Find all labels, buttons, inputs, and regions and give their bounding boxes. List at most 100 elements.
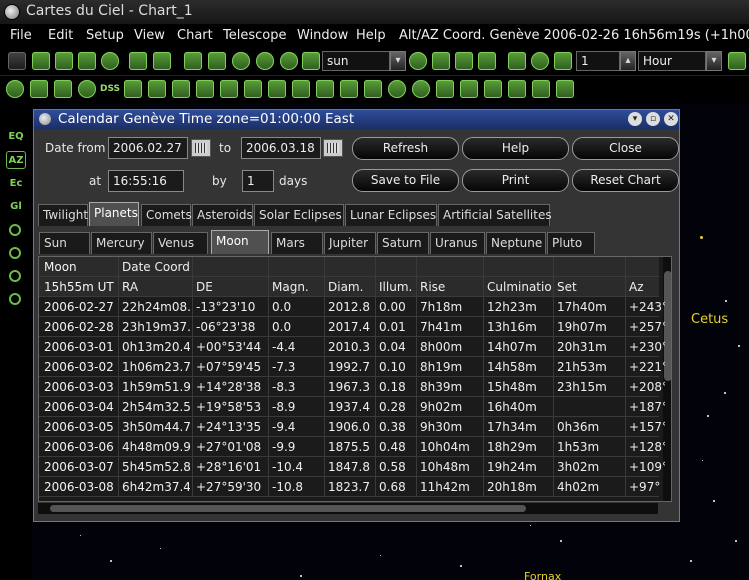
time-field[interactable]: 16:55:16 — [108, 170, 184, 192]
clock-icon[interactable] — [455, 52, 473, 70]
window-icon[interactable] — [153, 52, 171, 70]
date-from-calendar-icon[interactable] — [191, 139, 211, 157]
time-step-field[interactable]: 1 — [576, 51, 620, 71]
maximize-icon[interactable]: ▫ — [646, 112, 660, 126]
settings-gear-icon[interactable] — [101, 52, 119, 70]
help-button[interactable]: Help — [462, 137, 569, 160]
stars-toggle-icon[interactable] — [6, 80, 24, 98]
window-titlebar[interactable]: Cartes du Ciel - Chart_1 — [0, 0, 749, 24]
label-icon[interactable] — [316, 80, 334, 98]
flip-vertical-icon[interactable] — [9, 247, 21, 259]
shade-icon[interactable]: ▾ — [628, 112, 642, 126]
close-window-icon[interactable]: ✕ — [664, 112, 678, 126]
search-object-input[interactable]: sun — [322, 51, 390, 71]
sidebar-ec-button[interactable]: Ec — [6, 175, 26, 193]
menu-file[interactable]: File — [10, 28, 32, 43]
tab-jupiter[interactable]: Jupiter — [324, 232, 376, 254]
find-icon[interactable] — [280, 52, 298, 70]
dss-label[interactable]: DSS — [100, 84, 120, 94]
print-icon[interactable] — [78, 52, 96, 70]
sidebar-az-button[interactable]: AZ — [6, 151, 26, 169]
horizon-icon[interactable] — [292, 80, 310, 98]
rotate-left-icon[interactable] — [9, 293, 21, 305]
tab-solar-eclipses[interactable]: Solar Eclipses — [254, 204, 344, 226]
constellation-icon[interactable] — [220, 80, 238, 98]
tab-uranus[interactable]: Uranus — [430, 232, 485, 254]
telescope-icon[interactable] — [460, 80, 478, 98]
date-to-field[interactable]: 2006.03.18 — [241, 137, 321, 159]
print-button[interactable]: Print — [462, 169, 569, 192]
reset-chart-button[interactable]: Reset Chart — [572, 169, 679, 192]
tab-asteroids[interactable]: Asteroids — [192, 204, 253, 226]
tab-planets[interactable]: Planets — [89, 202, 139, 226]
menu-edit[interactable]: Edit — [48, 28, 73, 43]
horizontal-scrollbar[interactable] — [38, 503, 658, 514]
undo-icon[interactable] — [184, 52, 202, 70]
zoom-out-icon[interactable] — [256, 52, 274, 70]
asteroid-icon[interactable] — [172, 80, 190, 98]
tab-mars[interactable]: Mars — [271, 232, 323, 254]
mark-icon[interactable] — [436, 80, 454, 98]
comet-icon[interactable] — [148, 80, 166, 98]
tab-saturn[interactable]: Saturn — [377, 232, 429, 254]
dialog-titlebar[interactable]: Calendar Genève Time zone=01:00:00 East … — [34, 110, 679, 129]
binoculars-icon[interactable] — [409, 52, 427, 70]
menu-help[interactable]: Help — [356, 28, 386, 43]
date-from-field[interactable]: 2006.02.27 — [108, 137, 188, 159]
list-icon[interactable] — [432, 52, 450, 70]
copy-icon[interactable] — [129, 52, 147, 70]
grid-dots-icon[interactable] — [302, 52, 320, 70]
tab-venus[interactable]: Venus — [153, 232, 208, 254]
step-back-icon[interactable] — [508, 52, 526, 70]
tab-moon[interactable]: Moon — [211, 230, 269, 254]
eq-grid-icon[interactable] — [244, 80, 262, 98]
vertical-scroll-thumb[interactable] — [664, 271, 671, 381]
tab-twilight[interactable]: Twilight — [38, 204, 88, 226]
close-button[interactable]: Close — [572, 137, 679, 160]
time-step-spinner-icon[interactable]: ▴ — [620, 51, 636, 71]
fill-icon[interactable] — [484, 80, 502, 98]
tab-pluto[interactable]: Pluto — [547, 232, 595, 254]
date-to-calendar-icon[interactable] — [323, 139, 343, 157]
now-icon[interactable] — [531, 52, 549, 70]
open-folder-icon[interactable] — [32, 52, 50, 70]
menu-window[interactable]: Window — [297, 28, 348, 43]
menu-telescope[interactable]: Telescope — [223, 28, 286, 43]
save-to-file-button[interactable]: Save to File — [352, 169, 459, 192]
ecliptic-icon[interactable] — [364, 80, 382, 98]
sidebar-eq-button[interactable]: EQ — [6, 128, 26, 146]
step-forward-icon[interactable] — [554, 52, 572, 70]
milky-way-icon[interactable] — [196, 80, 214, 98]
tab-neptune[interactable]: Neptune — [486, 232, 546, 254]
more-tools-icon[interactable] — [728, 52, 746, 70]
lines-icon[interactable] — [54, 80, 72, 98]
image-icon[interactable] — [124, 80, 142, 98]
tab-artificial-satellites[interactable]: Artificial Satellites — [438, 204, 552, 226]
sidebar-gl-button[interactable]: Gl — [6, 198, 26, 216]
step-field[interactable]: 1 — [242, 170, 274, 192]
search-dropdown-icon[interactable]: ▾ — [390, 51, 406, 71]
tab-comets[interactable]: Comets — [141, 204, 192, 226]
nebula-icon[interactable] — [30, 80, 48, 98]
rotate-right-icon[interactable] — [9, 270, 21, 282]
horizontal-scroll-thumb[interactable] — [50, 505, 526, 512]
calculator-icon[interactable] — [556, 80, 574, 98]
tab-sun[interactable]: Sun — [39, 232, 90, 254]
time-unit-dropdown-icon[interactable]: ▾ — [706, 51, 722, 71]
target-icon[interactable] — [388, 80, 406, 98]
menu-chart[interactable]: Chart — [177, 28, 213, 43]
time-unit-select[interactable]: Hour — [638, 51, 706, 71]
tab-lunar-eclipses[interactable]: Lunar Eclipses — [345, 204, 437, 226]
calendar-icon[interactable] — [478, 52, 496, 70]
redo-icon[interactable] — [208, 52, 226, 70]
zoom-in-icon[interactable] — [232, 52, 250, 70]
flip-horizontal-icon[interactable] — [9, 224, 21, 236]
az-grid-icon[interactable] — [268, 80, 286, 98]
anchor-icon[interactable] — [532, 80, 550, 98]
ephemeris-table[interactable]: Moon Date Coord. 15h55m UT RA DE Magn. Diam. Il… — [38, 256, 672, 502]
tab-mercury[interactable]: Mercury — [91, 232, 152, 254]
menu-setup[interactable]: Setup — [86, 28, 124, 43]
new-chart-icon[interactable] — [8, 52, 26, 70]
planet-icon[interactable] — [78, 80, 96, 98]
alpha-label-icon[interactable] — [412, 80, 430, 98]
